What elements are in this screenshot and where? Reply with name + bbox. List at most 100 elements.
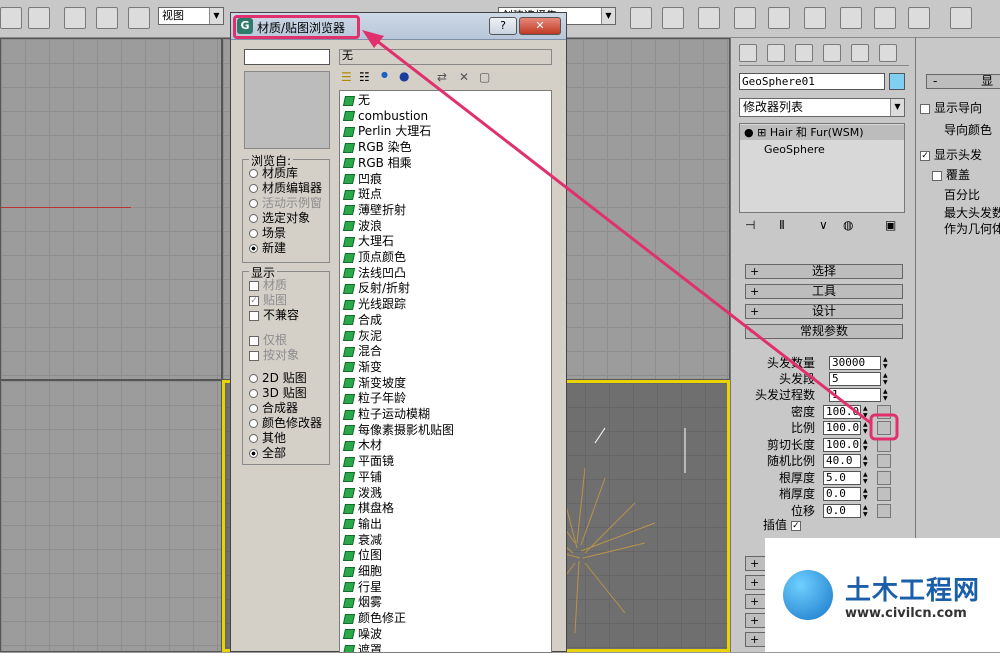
list-item[interactable]: 棋盘格: [344, 500, 394, 516]
clear-icon[interactable]: ▢: [479, 70, 490, 84]
list-item[interactable]: 斑点: [344, 186, 382, 202]
object-name-field[interactable]: GeoSphere01: [739, 73, 885, 90]
extra-tool-icon[interactable]: [950, 7, 972, 29]
checkbox[interactable]: [249, 351, 259, 361]
checkbox[interactable]: [249, 311, 259, 321]
layer-icon[interactable]: [698, 7, 720, 29]
spinner-arrows-icon[interactable]: ▲▼: [863, 504, 871, 518]
modifier-list-combo[interactable]: 修改器列表 ▼: [739, 98, 905, 117]
make-unique-icon[interactable]: ∨: [819, 218, 828, 232]
dialog-titlebar[interactable]: G 材质/贴图浏览器 ? ✕: [231, 13, 566, 40]
checkbox[interactable]: [249, 281, 259, 291]
browse-radio-row[interactable]: 活动示例窗: [249, 196, 322, 211]
side-item-row[interactable]: 覆盖: [932, 168, 970, 183]
list-item[interactable]: 细胞: [344, 563, 382, 579]
param-spinner[interactable]: 40.0: [823, 454, 861, 468]
browse-radio-row[interactable]: 新建: [249, 241, 286, 256]
param-spinner[interactable]: 0.0: [823, 504, 861, 518]
list-item[interactable]: RGB 染色: [344, 139, 412, 155]
radio-button[interactable]: [249, 374, 258, 383]
list-item[interactable]: 粒子运动模糊: [344, 406, 430, 422]
show-radio-row[interactable]: 合成器: [249, 401, 298, 416]
select-object-icon[interactable]: [28, 7, 50, 29]
list-item[interactable]: 衰减: [344, 532, 382, 548]
radio-button[interactable]: [249, 434, 258, 443]
quick-render-icon[interactable]: [908, 7, 930, 29]
checkbox[interactable]: ✓: [249, 296, 259, 306]
radio-button[interactable]: [249, 199, 258, 208]
browse-radio-row[interactable]: 材质库: [249, 166, 298, 181]
show-check-row[interactable]: 按对象: [249, 348, 299, 363]
list-item[interactable]: 输出: [344, 516, 382, 532]
viewport-top-left[interactable]: [0, 38, 222, 380]
browse-radio-row[interactable]: 材质编辑器: [249, 181, 322, 196]
list-item[interactable]: RGB 相乘: [344, 155, 412, 171]
param-spinner[interactable]: 30000: [829, 356, 881, 370]
param-spinner[interactable]: 1: [829, 388, 881, 402]
map-button[interactable]: [877, 504, 891, 518]
show-radio-row[interactable]: 2D 贴图: [249, 371, 307, 386]
utilities-tab-icon[interactable]: [879, 44, 897, 62]
list-item[interactable]: 法线凹凸: [344, 265, 406, 281]
lightbulb-icon[interactable]: ●: [744, 126, 754, 139]
list-item[interactable]: 渐变坡度: [344, 375, 406, 391]
list-item[interactable]: 大理石: [344, 233, 394, 249]
rotate-icon[interactable]: [96, 7, 118, 29]
map-button[interactable]: [877, 405, 891, 419]
expand-icon[interactable]: ⊞: [757, 126, 766, 139]
list-item[interactable]: 波浪: [344, 218, 382, 234]
radio-button[interactable]: [249, 244, 258, 253]
list-item[interactable]: Perlin 大理石: [344, 123, 431, 139]
motion-tab-icon[interactable]: [823, 44, 841, 62]
list-item[interactable]: 噪波: [344, 626, 382, 642]
rollout-header[interactable]: +设计: [745, 304, 903, 319]
list-item[interactable]: 平铺: [344, 469, 382, 485]
list-item[interactable]: 遮罩: [344, 642, 382, 653]
select-region-icon[interactable]: [0, 7, 22, 29]
radio-button[interactable]: [249, 449, 258, 458]
rollout-header[interactable]: +选择: [745, 264, 903, 279]
side-item-row[interactable]: ✓显示头发: [920, 148, 982, 163]
remove-modifier-icon[interactable]: ◍: [843, 218, 853, 232]
list-item[interactable]: 光线跟踪: [344, 296, 406, 312]
list-item[interactable]: 行星: [344, 579, 382, 595]
configure-sets-icon[interactable]: ▣: [885, 218, 896, 232]
radio-button[interactable]: [249, 404, 258, 413]
help-button[interactable]: ?: [489, 17, 517, 35]
list-item[interactable]: 渐变: [344, 359, 382, 375]
radio-button[interactable]: [249, 389, 258, 398]
list-item[interactable]: 灰泥: [344, 328, 382, 344]
checkbox[interactable]: [920, 104, 930, 114]
spinner-arrows-icon[interactable]: ▲▼: [863, 438, 871, 452]
show-check-row[interactable]: ✓贴图: [249, 293, 287, 308]
show-radio-row[interactable]: 3D 贴图: [249, 386, 307, 401]
spinner-arrows-icon[interactable]: ▲▼: [863, 405, 871, 419]
display-tab-icon[interactable]: [851, 44, 869, 62]
rollout-header[interactable]: +工具: [745, 284, 903, 299]
update-scene-icon[interactable]: ⇄: [437, 70, 447, 84]
param-spinner[interactable]: 5.0: [823, 471, 861, 485]
map-type-list[interactable]: 无combustionPerlin 大理石RGB 染色RGB 相乘凹痕斑点薄壁折…: [339, 90, 552, 653]
param-spinner[interactable]: 100.0: [823, 405, 861, 419]
list-item[interactable]: 木材: [344, 437, 382, 453]
stack-item-geosphere[interactable]: GeoSphere: [764, 142, 825, 157]
align-icon[interactable]: [662, 7, 684, 29]
list-item[interactable]: 位图: [344, 547, 382, 563]
radio-button[interactable]: [249, 419, 258, 428]
create-tab-icon[interactable]: [739, 44, 757, 62]
schematic-view-icon[interactable]: [768, 7, 790, 29]
browse-radio-row[interactable]: 场景: [249, 226, 286, 241]
show-radio-row[interactable]: 全部: [249, 446, 286, 461]
render-setup-icon[interactable]: [840, 7, 862, 29]
spinner-arrows-icon[interactable]: ▲▼: [863, 454, 871, 468]
list-item[interactable]: 无: [344, 92, 370, 108]
map-button[interactable]: [877, 471, 891, 485]
list-item[interactable]: 平面镜: [344, 453, 394, 469]
spinner-arrows-icon[interactable]: ▲▼: [863, 421, 871, 435]
param-spinner[interactable]: 100.0: [823, 421, 861, 435]
map-button[interactable]: [877, 438, 891, 452]
list-item[interactable]: 泼溅: [344, 485, 382, 501]
spinner-arrows-icon[interactable]: ▲▼: [863, 487, 871, 501]
map-button[interactable]: [877, 421, 891, 435]
show-end-result-icon[interactable]: Ⅱ: [779, 218, 785, 232]
